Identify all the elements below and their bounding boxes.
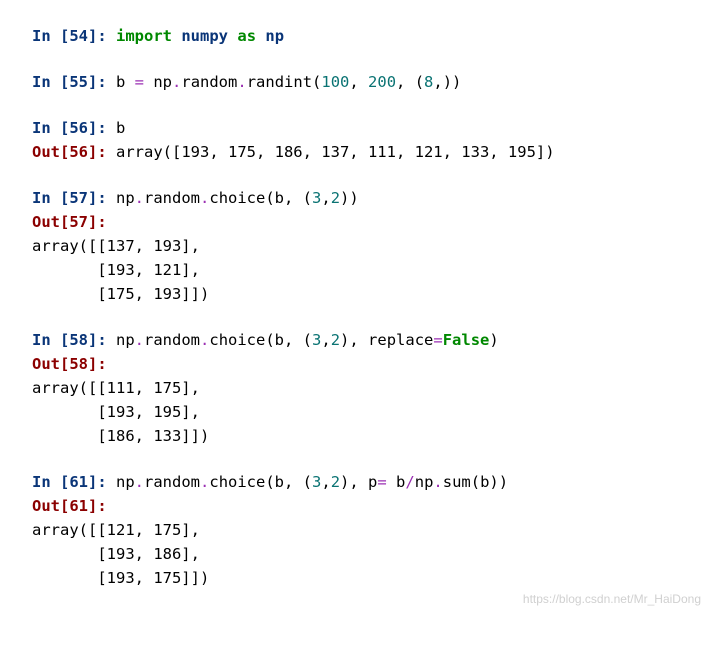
input-prompt: In [61]: [32,473,116,491]
output-line: [193, 195], [32,403,200,421]
input-prompt: In [55]: [32,73,116,91]
code-cell: In [58]: np.random.choice(b, (3,2), repl… [32,328,687,448]
code-cell: In [55]: b = np.random.randint(100, 200,… [32,70,687,94]
code-cell: In [57]: np.random.choice(b, (3,2)) Out[… [32,186,687,306]
output-prompt: Out[57]: [32,213,107,231]
notebook-cells: In [54]: import numpy as np In [55]: b = … [32,24,687,590]
code-content: b [116,119,125,137]
output-prompt: Out[58]: [32,355,107,373]
output-line: array([[137, 193], [32,237,200,255]
output-line: [193, 186], [32,545,200,563]
input-prompt: In [57]: [32,189,116,207]
code-content: np.random.choice(b, (3,2)) [116,189,359,207]
code-content: np.random.choice(b, (3,2), p= b/np.sum(b… [116,473,508,491]
code-content: import numpy as np [116,27,284,45]
input-prompt: In [54]: [32,27,116,45]
output-line: [175, 193]]) [32,285,209,303]
code-cell: In [61]: np.random.choice(b, (3,2), p= b… [32,470,687,590]
input-prompt: In [58]: [32,331,116,349]
output-line: array([[111, 175], [32,379,200,397]
output-line: [193, 121], [32,261,200,279]
input-prompt: In [56]: [32,119,116,137]
output-prompt: Out[56]: [32,143,116,161]
output-line: [193, 175]]) [32,569,209,587]
watermark-text: https://blog.csdn.net/Mr_HaiDong [523,590,701,609]
code-cell: In [56]: b Out[56]: array([193, 175, 186… [32,116,687,164]
code-content: np.random.choice(b, (3,2), replace=False… [116,331,499,349]
output-content: array([193, 175, 186, 137, 111, 121, 133… [116,143,555,161]
output-line: array([[121, 175], [32,521,200,539]
output-prompt: Out[61]: [32,497,107,515]
code-cell: In [54]: import numpy as np [32,24,687,48]
code-content: b = np.random.randint(100, 200, (8,)) [116,73,461,91]
output-line: [186, 133]]) [32,427,209,445]
